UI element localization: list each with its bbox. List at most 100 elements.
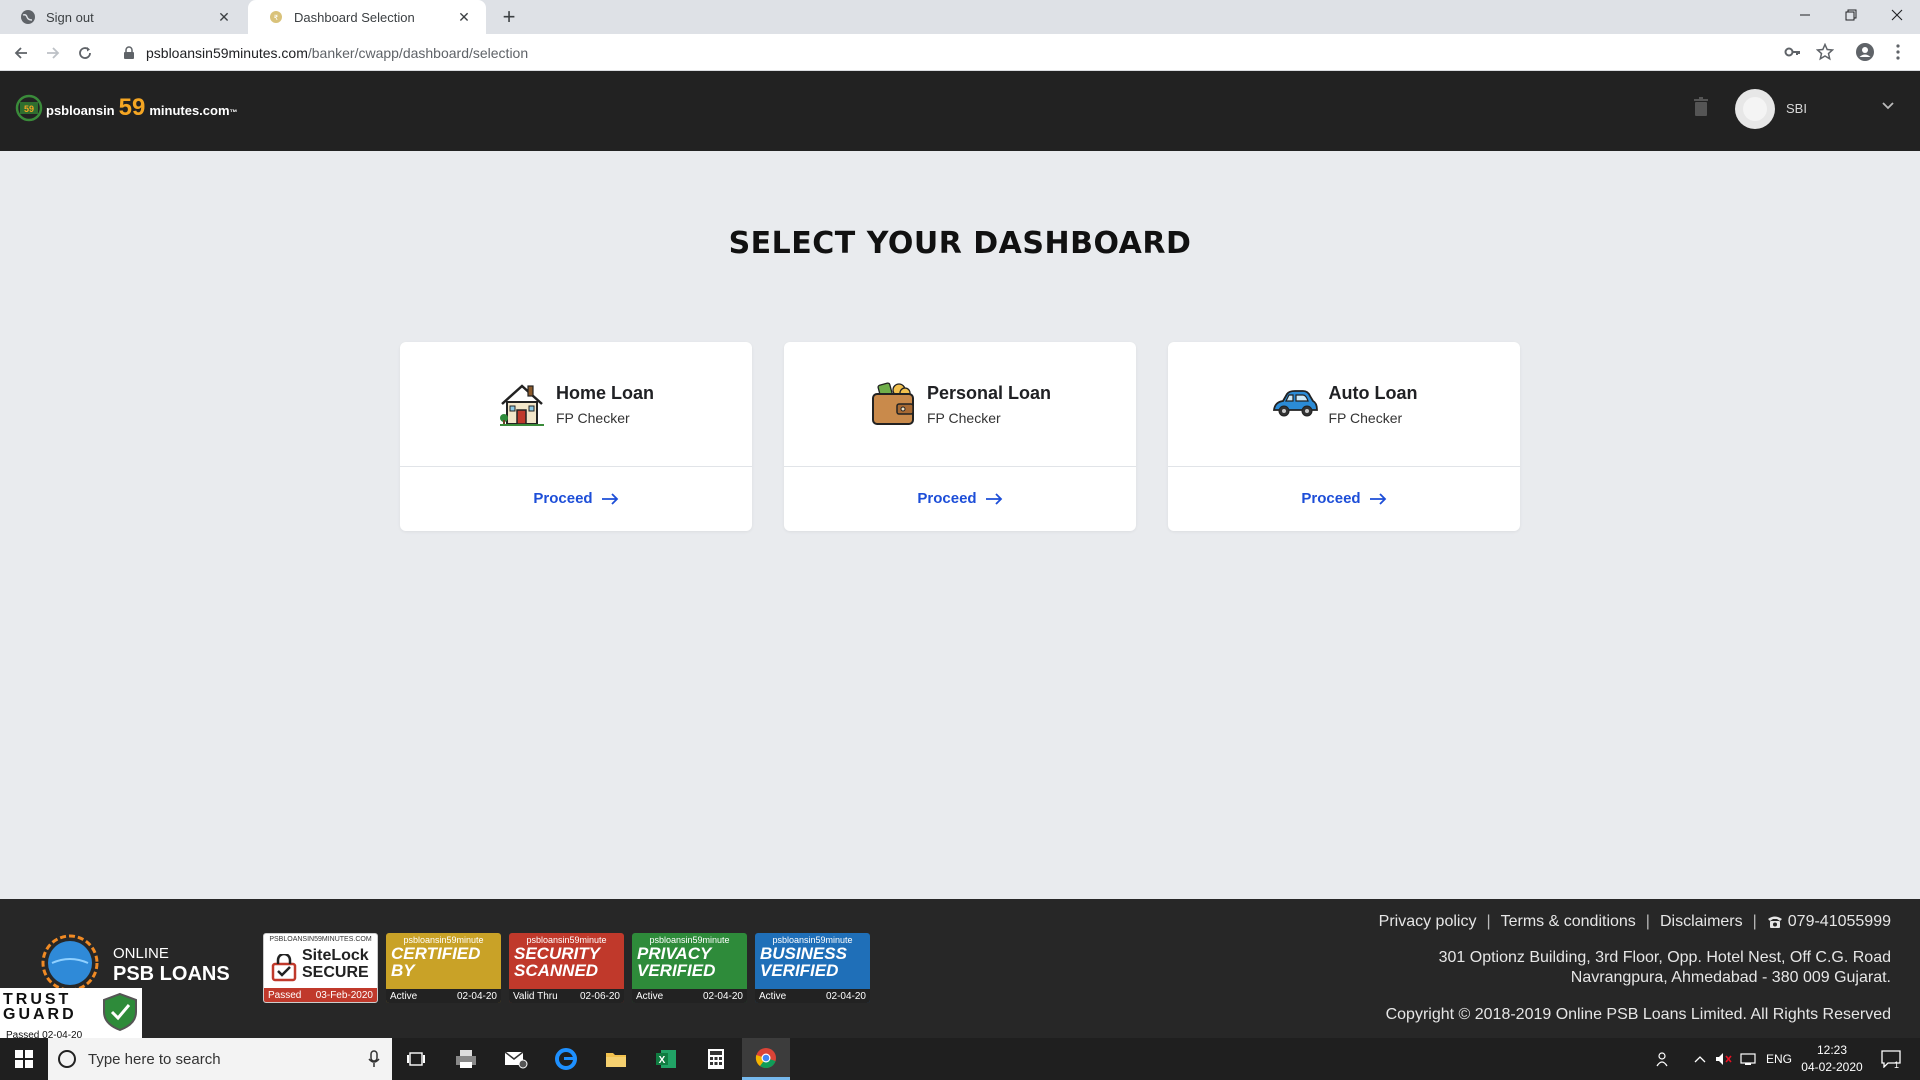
online-psb-loans-logo[interactable]: ONLINE PSB LOANS <box>30 933 250 993</box>
key-icon[interactable] <box>1783 42 1803 62</box>
terms-link[interactable]: Terms & conditions <box>1501 913 1636 931</box>
globe-icon <box>20 9 36 25</box>
sitelock-seal[interactable]: PSBLOANSIN59MINUTES.COM SiteLock SECURE … <box>263 933 378 1003</box>
tab-dashboard-selection[interactable]: ₹ Dashboard Selection ✕ <box>248 0 486 34</box>
back-button[interactable] <box>8 40 34 66</box>
tab-title: Sign out <box>46 9 94 25</box>
proceed-label: Proceed <box>533 490 593 507</box>
proceed-button[interactable]: Proceed <box>400 467 752 530</box>
chevron-down-icon[interactable] <box>1880 97 1896 113</box>
trust-guard-badge[interactable]: TRUST GUARD Passed 02-04-20 <box>0 988 142 1041</box>
business-verified-seal[interactable]: psbloansin59minute BUSINESS VERIFIED Act… <box>755 933 870 1003</box>
card-title: Home Loan <box>555 382 654 403</box>
disclaimers-link[interactable]: Disclaimers <box>1660 913 1743 931</box>
search-icon <box>58 1050 76 1068</box>
taskbar-app-excel[interactable]: X <box>642 1038 690 1080</box>
star-icon[interactable] <box>1815 42 1835 62</box>
logo-badge-icon: 59 <box>15 94 43 122</box>
chevron-up-icon[interactable] <box>1690 1038 1710 1080</box>
taskbar-app-mail[interactable] <box>492 1038 540 1080</box>
browser-toolbar: psbloansin59minutes.com/banker/cwapp/das… <box>0 34 1920 71</box>
printer-icon <box>456 1050 476 1068</box>
proceed-label: Proceed <box>1301 490 1361 507</box>
tab-title: Dashboard Selection <box>294 9 415 25</box>
edge-browser-icon <box>555 1048 577 1070</box>
windows-taskbar: Type here to search X ENG 12:23 04-02-20… <box>0 1038 1920 1080</box>
shield-icon <box>103 992 137 1032</box>
user-name[interactable]: SBI <box>1786 101 1807 116</box>
language-indicator[interactable]: ENG <box>1764 1038 1794 1080</box>
phone-icon <box>1767 916 1782 928</box>
security-scanned-seal[interactable]: psbloansin59minute SECURITY SCANNED Vali… <box>509 933 624 1003</box>
footer-phone[interactable]: 079-41055999 <box>1788 913 1891 931</box>
start-button[interactable] <box>0 1038 48 1080</box>
trash-icon[interactable] <box>1693 97 1709 117</box>
close-icon[interactable]: ✕ <box>456 9 472 25</box>
card-header: Auto Loan FP Checker <box>1168 342 1520 467</box>
close-window-button[interactable] <box>1874 0 1920 30</box>
more-menu-icon[interactable] <box>1888 42 1908 62</box>
forward-button[interactable] <box>40 40 66 66</box>
svg-text:₹: ₹ <box>274 14 279 22</box>
notification-count: 1 <box>1894 1060 1900 1070</box>
svg-text:X: X <box>659 1055 666 1066</box>
wallet-icon <box>871 382 914 425</box>
windows-logo-icon <box>15 1050 33 1068</box>
svg-text:59: 59 <box>24 104 34 114</box>
browser-tab-bar: Sign out ✕ ₹ Dashboard Selection ✕ + <box>0 0 1920 34</box>
arrow-right-icon <box>601 492 618 505</box>
minimize-button[interactable] <box>1782 0 1828 30</box>
house-icon <box>499 384 544 426</box>
notification-center[interactable]: 1 <box>1876 1038 1906 1080</box>
card-header: Personal Loan FP Checker <box>784 342 1136 467</box>
certified-seal[interactable]: psbloansin59minute CERTIFIED BY Active 02… <box>386 933 501 1003</box>
taskbar-app-explorer[interactable] <box>592 1038 640 1080</box>
excel-icon: X <box>656 1050 676 1068</box>
card-title: Personal Loan <box>926 382 1052 403</box>
privacy-policy-link[interactable]: Privacy policy <box>1379 913 1477 931</box>
avatar[interactable] <box>1735 89 1775 129</box>
tab-sign-out[interactable]: Sign out ✕ <box>0 0 246 34</box>
lock-icon <box>124 46 134 59</box>
people-icon[interactable] <box>1654 1038 1674 1080</box>
calculator-icon <box>708 1049 724 1069</box>
arrow-right-icon <box>985 492 1002 505</box>
page-title: SELECT YOUR DASHBOARD <box>728 226 1192 261</box>
close-icon[interactable]: ✕ <box>216 9 232 25</box>
site-logo[interactable]: 59 psbloansin 59 minutes.com ™ <box>14 91 238 125</box>
privacy-verified-seal[interactable]: psbloansin59minute PRIVACY VERIFIED Acti… <box>632 933 747 1003</box>
new-tab-button[interactable]: + <box>496 4 522 30</box>
search-placeholder: Type here to search <box>88 1050 221 1068</box>
lock-check-icon <box>271 954 297 982</box>
system-clock[interactable]: 12:23 04-02-2020 <box>1798 1042 1866 1076</box>
site-favicon-icon: ₹ <box>268 9 284 25</box>
taskbar-app-calculator[interactable] <box>692 1038 740 1080</box>
psb-logo-line1: ONLINE <box>113 945 169 962</box>
footer-links: Privacy policy | Terms & conditions | Di… <box>1378 913 1891 931</box>
taskbar-app-edge[interactable] <box>542 1038 590 1080</box>
microphone-icon[interactable] <box>368 1050 380 1068</box>
folder-icon <box>606 1053 626 1067</box>
proceed-button[interactable]: Proceed <box>1168 467 1520 530</box>
taskbar-search[interactable]: Type here to search <box>48 1038 392 1080</box>
taskbar-app-printer[interactable] <box>442 1038 490 1080</box>
volume-muted-icon[interactable] <box>1714 1038 1734 1080</box>
profile-icon[interactable] <box>1855 42 1875 62</box>
dashboard-card-personal-loan: Personal Loan FP Checker Proceed <box>784 342 1136 531</box>
chrome-icon <box>755 1047 776 1068</box>
reload-button[interactable] <box>72 40 98 66</box>
restore-button[interactable] <box>1828 0 1874 30</box>
proceed-button[interactable]: Proceed <box>784 467 1136 530</box>
arrow-left-icon <box>14 47 27 59</box>
card-subtitle: FP Checker <box>926 409 1001 426</box>
car-icon <box>1272 390 1318 417</box>
card-title: Auto Loan <box>1328 382 1418 403</box>
network-icon[interactable] <box>1738 1038 1758 1080</box>
card-subtitle: FP Checker <box>1328 409 1403 426</box>
arrow-right-icon <box>47 47 60 59</box>
card-header: Home Loan FP Checker <box>400 342 752 467</box>
clock-time: 12:23 <box>1816 1043 1848 1057</box>
taskbar-app-chrome[interactable] <box>742 1038 790 1080</box>
task-view-button[interactable] <box>392 1038 440 1080</box>
address-bar[interactable]: psbloansin59minutes.com/banker/cwapp/das… <box>112 38 1779 68</box>
